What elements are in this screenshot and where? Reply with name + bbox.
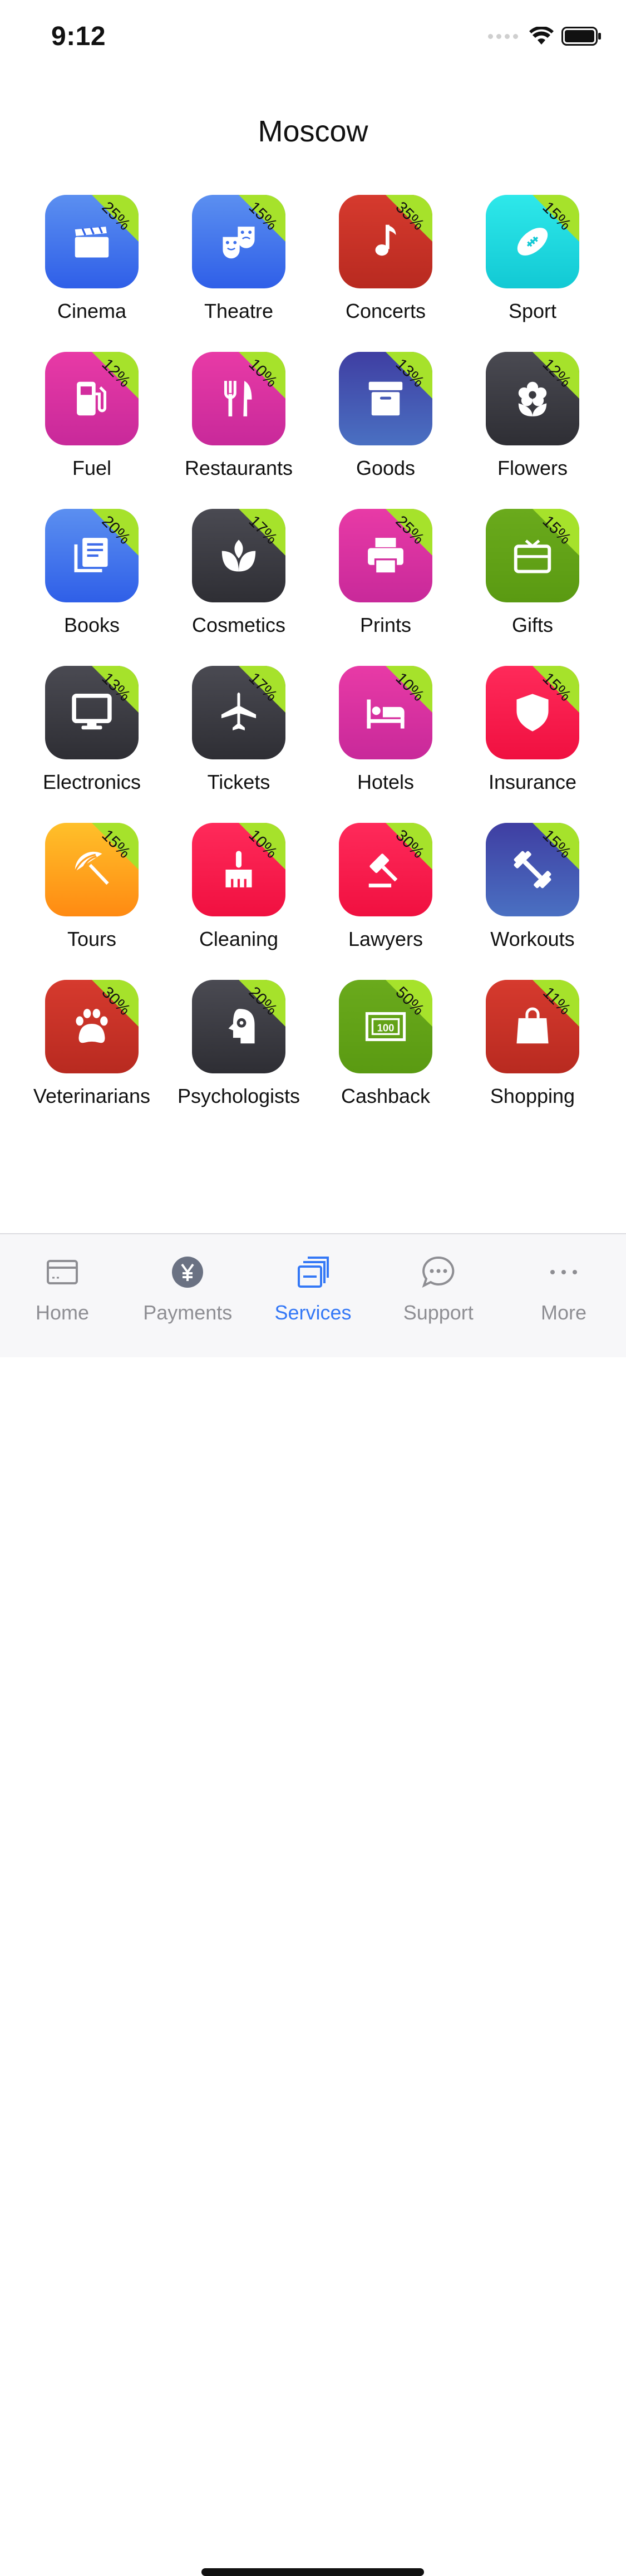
- service-veterinarians[interactable]: 30% Veterinarians: [18, 980, 165, 1137]
- stacked-cards-icon: [297, 1257, 329, 1288]
- service-icon-box: 30%: [45, 980, 139, 1073]
- service-icon-box: 15%: [486, 509, 579, 602]
- service-label: Hotels: [357, 771, 415, 793]
- service-goods[interactable]: 13% Goods: [312, 352, 459, 509]
- service-label: Theatre: [204, 300, 274, 322]
- status-time: 9:12: [51, 22, 106, 51]
- service-label: Restaurants: [184, 457, 293, 479]
- service-icon-box: 10%: [192, 823, 285, 916]
- service-workouts[interactable]: 15% Workouts: [459, 823, 606, 980]
- service-label: Fuel: [72, 457, 112, 479]
- service-label: Cashback: [341, 1085, 431, 1107]
- service-cleaning[interactable]: 10% Cleaning: [165, 823, 312, 980]
- service-label: Insurance: [488, 771, 577, 793]
- service-label: Sport: [508, 300, 557, 322]
- status-bar: 9:12: [0, 0, 626, 78]
- service-label: Lawyers: [348, 928, 423, 950]
- service-cashback[interactable]: 100 50% Cashback: [312, 980, 459, 1137]
- service-theatre[interactable]: 15% Theatre: [165, 195, 312, 352]
- service-label: Tickets: [207, 771, 270, 793]
- service-sport[interactable]: 15% Sport: [459, 195, 606, 352]
- service-icon-box: 20%: [192, 980, 285, 1073]
- service-cinema[interactable]: 25% Cinema: [18, 195, 165, 352]
- tab-label: Services: [274, 1301, 352, 1324]
- service-icon-box: 10%: [192, 352, 285, 445]
- service-label: Electronics: [42, 771, 141, 793]
- service-icon-box: 12%: [486, 352, 579, 445]
- tab-home[interactable]: Home: [7, 1234, 118, 1324]
- service-icon-box: 11%: [486, 980, 579, 1073]
- service-icon-box: 30%: [339, 823, 432, 916]
- service-icon-box: 15%: [486, 823, 579, 916]
- service-label: Concerts: [345, 300, 426, 322]
- service-lawyers[interactable]: 30% Lawyers: [312, 823, 459, 980]
- service-fuel[interactable]: 12% Fuel: [18, 352, 165, 509]
- chat-bubble-icon: [422, 1256, 455, 1288]
- wifi-icon: [529, 27, 554, 45]
- service-label: Gifts: [511, 614, 553, 636]
- service-icon-box: 12%: [45, 352, 139, 445]
- service-tickets[interactable]: 17% Tickets: [165, 666, 312, 823]
- yen-coin-icon: [172, 1257, 204, 1288]
- service-label: Flowers: [497, 457, 568, 479]
- service-icon-box: 100 50%: [339, 980, 432, 1073]
- service-icon-box: 15%: [192, 195, 285, 288]
- tab-bar: Home Payments Services Support More: [0, 1233, 626, 2576]
- tab-label: Payments: [143, 1301, 233, 1324]
- service-label: Cinema: [57, 300, 127, 322]
- tab-support[interactable]: Support: [383, 1234, 494, 1324]
- service-icon-box: 15%: [45, 823, 139, 916]
- service-cosmetics[interactable]: 17% Cosmetics: [165, 509, 312, 666]
- service-icon-box: 13%: [339, 352, 432, 445]
- service-tours[interactable]: 15% Tours: [18, 823, 165, 980]
- service-icon-box: 10%: [339, 666, 432, 759]
- ellipsis-icon: [550, 1270, 577, 1274]
- service-label: Shopping: [490, 1085, 575, 1107]
- service-label: Veterinarians: [33, 1085, 151, 1107]
- service-icon-box: 20%: [45, 509, 139, 602]
- tabs: Home Payments Services Support More: [0, 1234, 626, 1324]
- service-insurance[interactable]: 15% Insurance: [459, 666, 606, 823]
- battery-icon: [561, 27, 601, 46]
- service-label: Tours: [67, 928, 117, 950]
- service-label: Prints: [359, 614, 412, 636]
- service-icon-box: 35%: [339, 195, 432, 288]
- service-concerts[interactable]: 35% Concerts: [312, 195, 459, 352]
- service-prints[interactable]: 25% Prints: [312, 509, 459, 666]
- service-label: Books: [63, 614, 120, 636]
- service-icon-box: 15%: [486, 195, 579, 288]
- tab-more[interactable]: More: [508, 1234, 619, 1324]
- services-grid: 25% Cinema 15% Theatre 35% Concerts 15% …: [18, 195, 608, 1137]
- cellular-signal-icon: [488, 33, 518, 39]
- service-icon-box: 17%: [192, 666, 285, 759]
- service-flowers[interactable]: 12% Flowers: [459, 352, 606, 509]
- service-shopping[interactable]: 11% Shopping: [459, 980, 606, 1137]
- home-indicator: [201, 2568, 424, 2576]
- tab-label: More: [540, 1301, 587, 1324]
- service-label: Workouts: [490, 928, 575, 950]
- tab-payments[interactable]: Payments: [132, 1234, 243, 1324]
- service-label: Cleaning: [199, 928, 279, 950]
- service-label: Psychologists: [177, 1085, 300, 1107]
- tab-services[interactable]: Services: [258, 1234, 369, 1324]
- status-icons: [488, 27, 602, 46]
- service-label: Cosmetics: [191, 614, 286, 636]
- service-icon-box: 15%: [486, 666, 579, 759]
- service-psychologists[interactable]: 20% Psychologists: [165, 980, 312, 1137]
- service-hotels[interactable]: 10% Hotels: [312, 666, 459, 823]
- tab-label: Support: [403, 1301, 474, 1324]
- service-label: Goods: [356, 457, 416, 479]
- service-icon-box: 25%: [45, 195, 139, 288]
- service-icon-box: 17%: [192, 509, 285, 602]
- service-books[interactable]: 20% Books: [18, 509, 165, 666]
- card-icon: [47, 1260, 78, 1284]
- page-title: Moscow: [258, 115, 368, 148]
- service-icon-box: 25%: [339, 509, 432, 602]
- service-restaurants[interactable]: 10% Restaurants: [165, 352, 312, 509]
- service-icon-box: 13%: [45, 666, 139, 759]
- service-gifts[interactable]: 15% Gifts: [459, 509, 606, 666]
- tab-label: Home: [35, 1301, 90, 1324]
- service-electronics[interactable]: 13% Electronics: [18, 666, 165, 823]
